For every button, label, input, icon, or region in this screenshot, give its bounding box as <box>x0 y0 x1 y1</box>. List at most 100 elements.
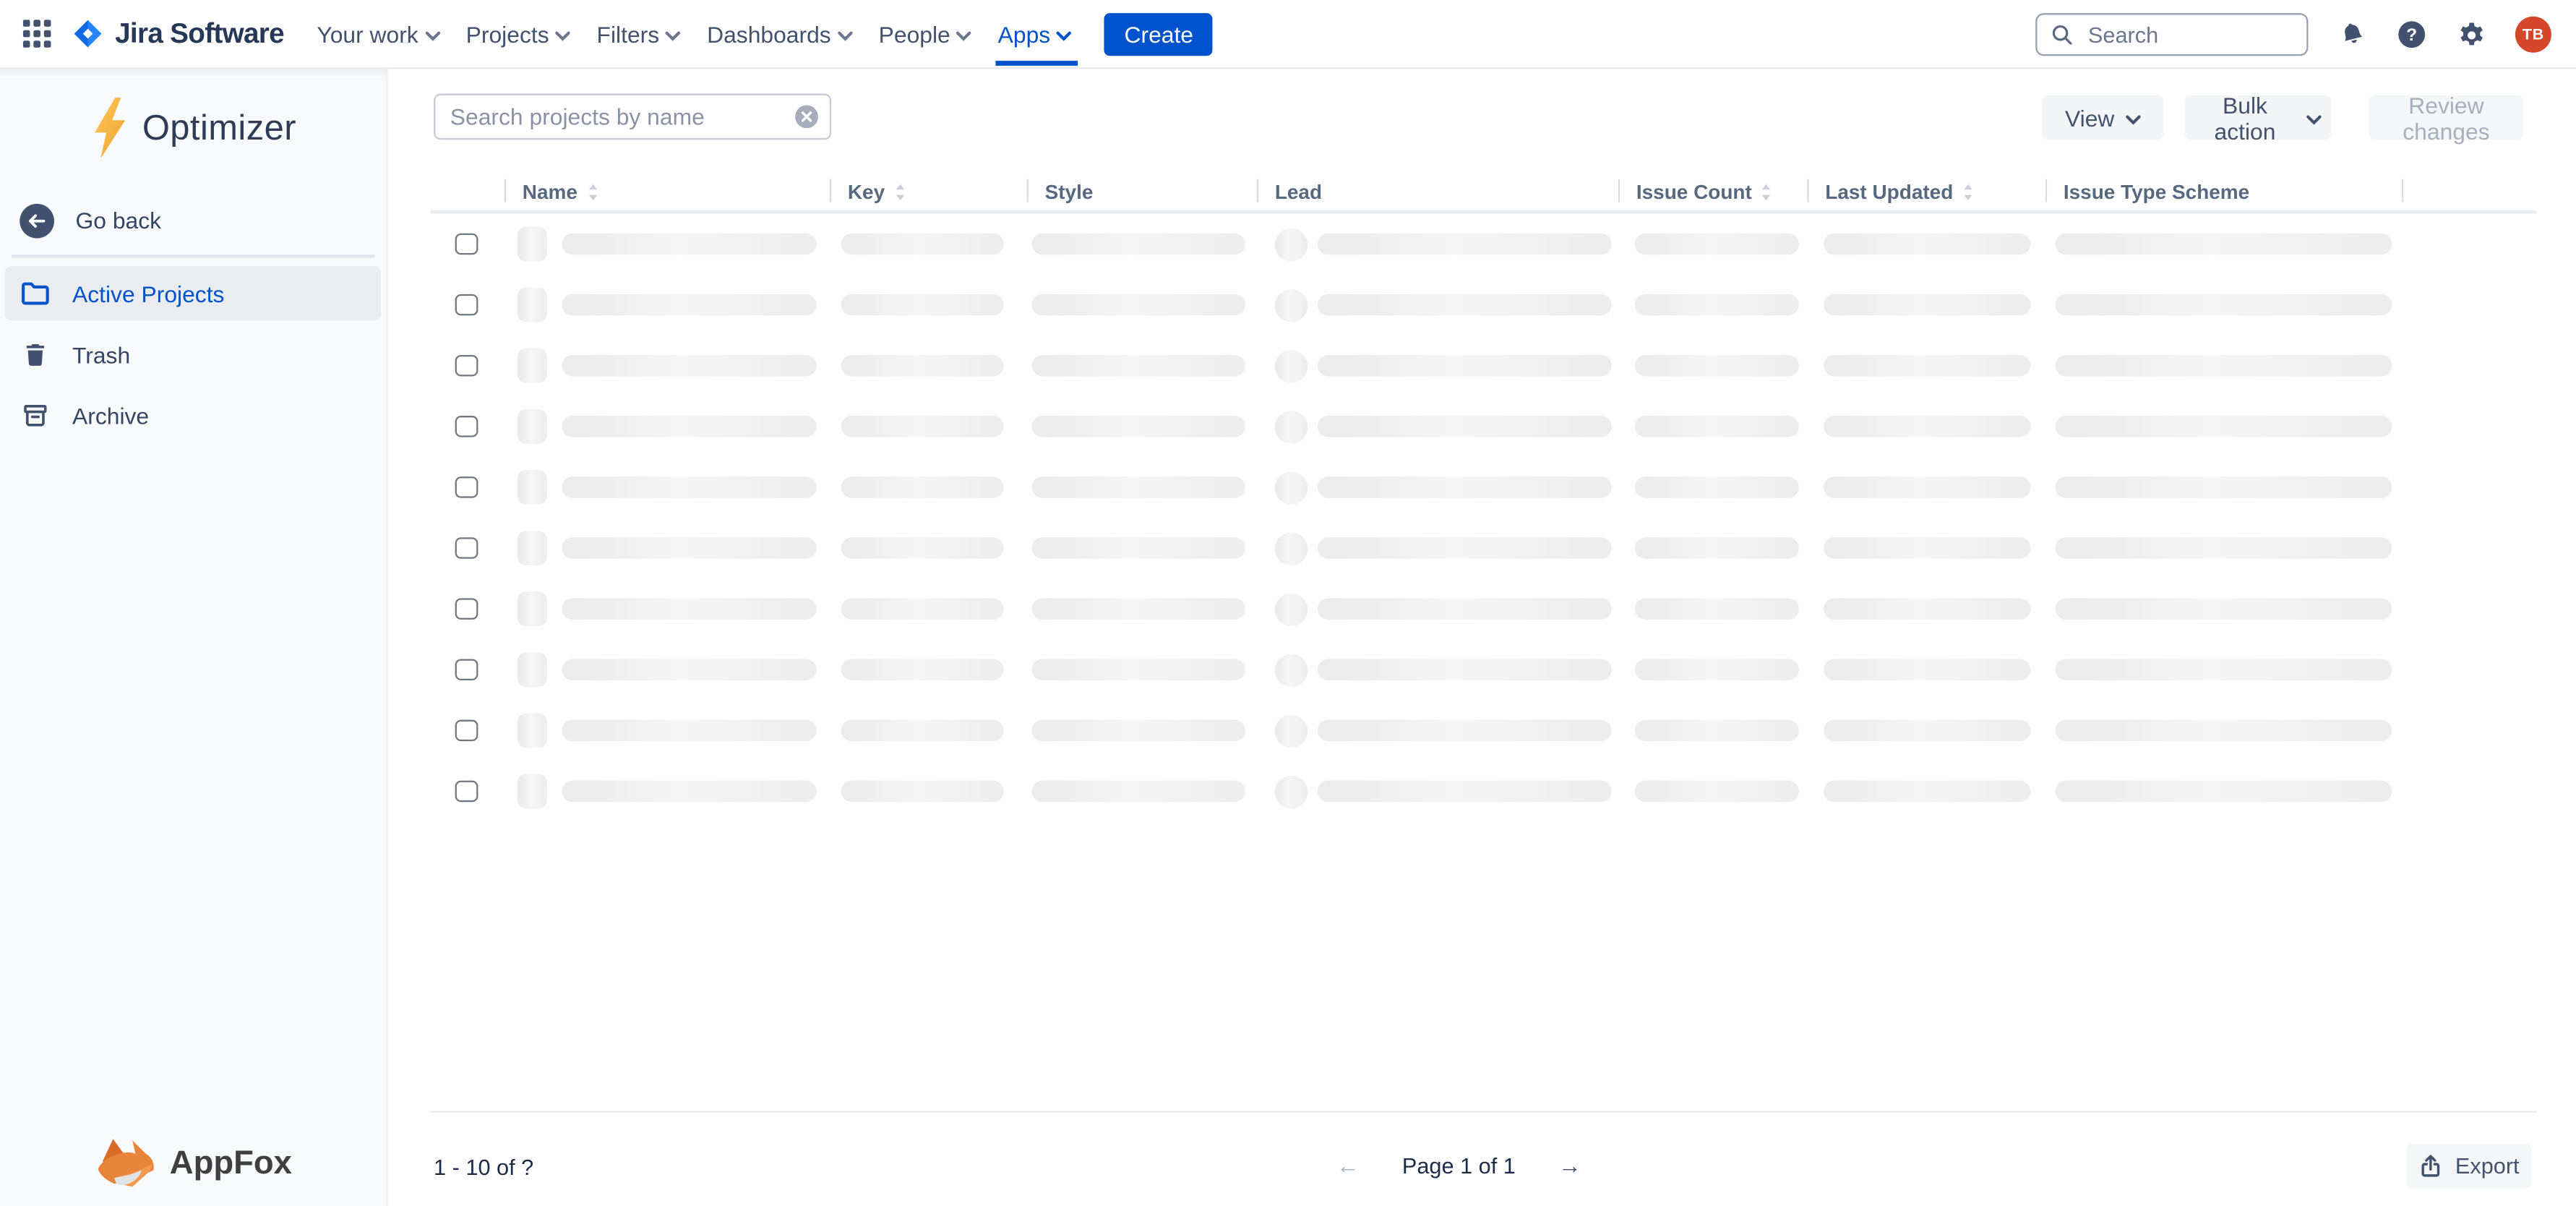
project-avatar-skeleton <box>518 348 547 383</box>
column-header-issue-count[interactable]: Issue Count <box>1618 173 1807 210</box>
issue-count-skeleton <box>1635 355 1799 377</box>
style-skeleton <box>1031 537 1245 559</box>
last-updated-cell <box>1807 639 2045 700</box>
row-checkbox[interactable] <box>455 415 478 437</box>
row-checkbox[interactable] <box>455 719 478 742</box>
global-search-input[interactable] <box>2085 20 2293 48</box>
clear-circle-icon[interactable] <box>795 105 818 128</box>
key-cell <box>830 457 1027 518</box>
lead-skeleton <box>1318 476 1612 498</box>
chevron-down-icon <box>2126 114 2140 124</box>
review-changes-button[interactable]: Review changes <box>2369 95 2524 140</box>
issue-count-cell <box>1618 275 1807 335</box>
prev-page-arrow-icon[interactable]: ← <box>1336 1152 1360 1178</box>
last-updated-skeleton <box>1824 659 2030 680</box>
row-checkbox[interactable] <box>455 233 478 255</box>
key-skeleton <box>841 781 1004 803</box>
column-header-lead[interactable]: Lead <box>1257 173 1618 210</box>
export-button[interactable]: Export <box>2407 1144 2532 1188</box>
sidebar-item-archive[interactable]: Archive <box>5 388 382 442</box>
key-skeleton <box>841 234 1004 255</box>
product-name[interactable]: Jira Software <box>115 17 284 50</box>
issue-type-scheme-cell <box>2045 396 2402 457</box>
column-header-style[interactable]: Style <box>1027 173 1257 210</box>
app-switcher-grid-icon[interactable] <box>23 20 51 48</box>
global-search-box[interactable] <box>2035 13 2308 56</box>
project-avatar-skeleton <box>518 652 547 687</box>
row-select-cell <box>431 457 505 518</box>
view-button[interactable]: View <box>2042 95 2163 140</box>
sidebar-item-active-projects[interactable]: Active Projects <box>5 266 382 320</box>
next-page-arrow-icon[interactable]: → <box>1558 1152 1581 1178</box>
app-window: Jira Software Your work Projects FiltersDa… <box>0 0 2576 1206</box>
style-skeleton <box>1031 476 1245 498</box>
sidebar-item-trash[interactable]: Trash <box>5 327 382 381</box>
project-avatar-skeleton <box>518 409 547 444</box>
column-header-name[interactable]: Name <box>505 173 830 210</box>
style-cell <box>1027 518 1257 578</box>
chevron-down-icon <box>957 30 971 40</box>
lead-avatar-skeleton <box>1275 288 1308 321</box>
nav-item-label: Projects <box>466 20 549 46</box>
appfox-logo: AppFox <box>0 1137 386 1192</box>
top-nav-left: Jira Software Your work Projects FiltersDa… <box>0 0 1213 67</box>
sidebar-menu: Active Projects Trash Archive <box>0 266 386 448</box>
nav-item-apps[interactable]: Apps <box>984 0 1084 67</box>
style-skeleton <box>1031 720 1245 742</box>
nav-item-your-work[interactable]: Your work <box>304 0 452 67</box>
row-checkbox[interactable] <box>455 294 478 316</box>
nav-item-filters[interactable]: Filters <box>583 0 694 67</box>
lead-cell <box>1257 518 1618 578</box>
column-header-last-updated[interactable]: Last Updated <box>1807 173 2045 210</box>
lead-avatar-skeleton <box>1275 471 1308 503</box>
lead-skeleton <box>1318 355 1612 377</box>
style-cell <box>1027 457 1257 518</box>
bell-icon[interactable] <box>2340 22 2366 48</box>
key-skeleton <box>841 355 1004 377</box>
create-button[interactable]: Create <box>1104 12 1213 55</box>
last-updated-cell <box>1807 396 2045 457</box>
name-cell <box>505 761 830 821</box>
table-row <box>431 518 2537 578</box>
bulk-action-label: Bulk action <box>2195 91 2296 144</box>
help-icon[interactable]: ? <box>2397 20 2426 49</box>
column-header-label: Key <box>848 180 885 203</box>
issue-count-cell <box>1618 761 1807 821</box>
nav-item-dashboards[interactable]: Dashboards <box>694 0 866 67</box>
column-header-key[interactable]: Key <box>830 173 1027 210</box>
style-cell <box>1027 396 1257 457</box>
style-skeleton <box>1031 781 1245 803</box>
jira-logo-icon[interactable] <box>72 18 103 49</box>
nav-item-label: Apps <box>998 20 1051 46</box>
key-cell <box>830 335 1027 396</box>
key-cell <box>830 275 1027 335</box>
row-checkbox[interactable] <box>455 354 478 377</box>
chevron-down-icon <box>1057 30 1071 40</box>
settings-gear-icon[interactable] <box>2457 20 2486 48</box>
project-search-box[interactable] <box>434 94 831 140</box>
name-cell <box>505 578 830 639</box>
name-skeleton <box>562 476 816 498</box>
project-avatar-skeleton <box>518 713 547 748</box>
svg-text:?: ? <box>2406 25 2417 45</box>
go-back-label: Go back <box>76 207 162 233</box>
row-checkbox[interactable] <box>455 659 478 681</box>
column-header-issue-type-scheme[interactable]: Issue Type Scheme <box>2045 173 2402 210</box>
name-cell <box>505 335 830 396</box>
nav-item-projects[interactable]: Projects <box>452 0 583 67</box>
row-checkbox[interactable] <box>455 780 478 803</box>
user-avatar[interactable]: TB <box>2515 17 2551 53</box>
nav-item-people[interactable]: People <box>865 0 984 67</box>
row-select-cell <box>431 761 505 821</box>
key-skeleton <box>841 294 1004 316</box>
project-search-input[interactable] <box>435 103 795 129</box>
chevron-down-icon <box>838 30 852 40</box>
row-checkbox[interactable] <box>455 476 478 499</box>
row-checkbox[interactable] <box>455 598 478 620</box>
row-checkbox[interactable] <box>455 537 478 560</box>
chevron-down-icon <box>2306 114 2321 124</box>
bulk-action-button[interactable]: Bulk action <box>2185 95 2331 140</box>
go-back-button[interactable]: Go back <box>0 200 386 240</box>
last-updated-skeleton <box>1824 355 2030 377</box>
lead-skeleton <box>1318 720 1612 742</box>
